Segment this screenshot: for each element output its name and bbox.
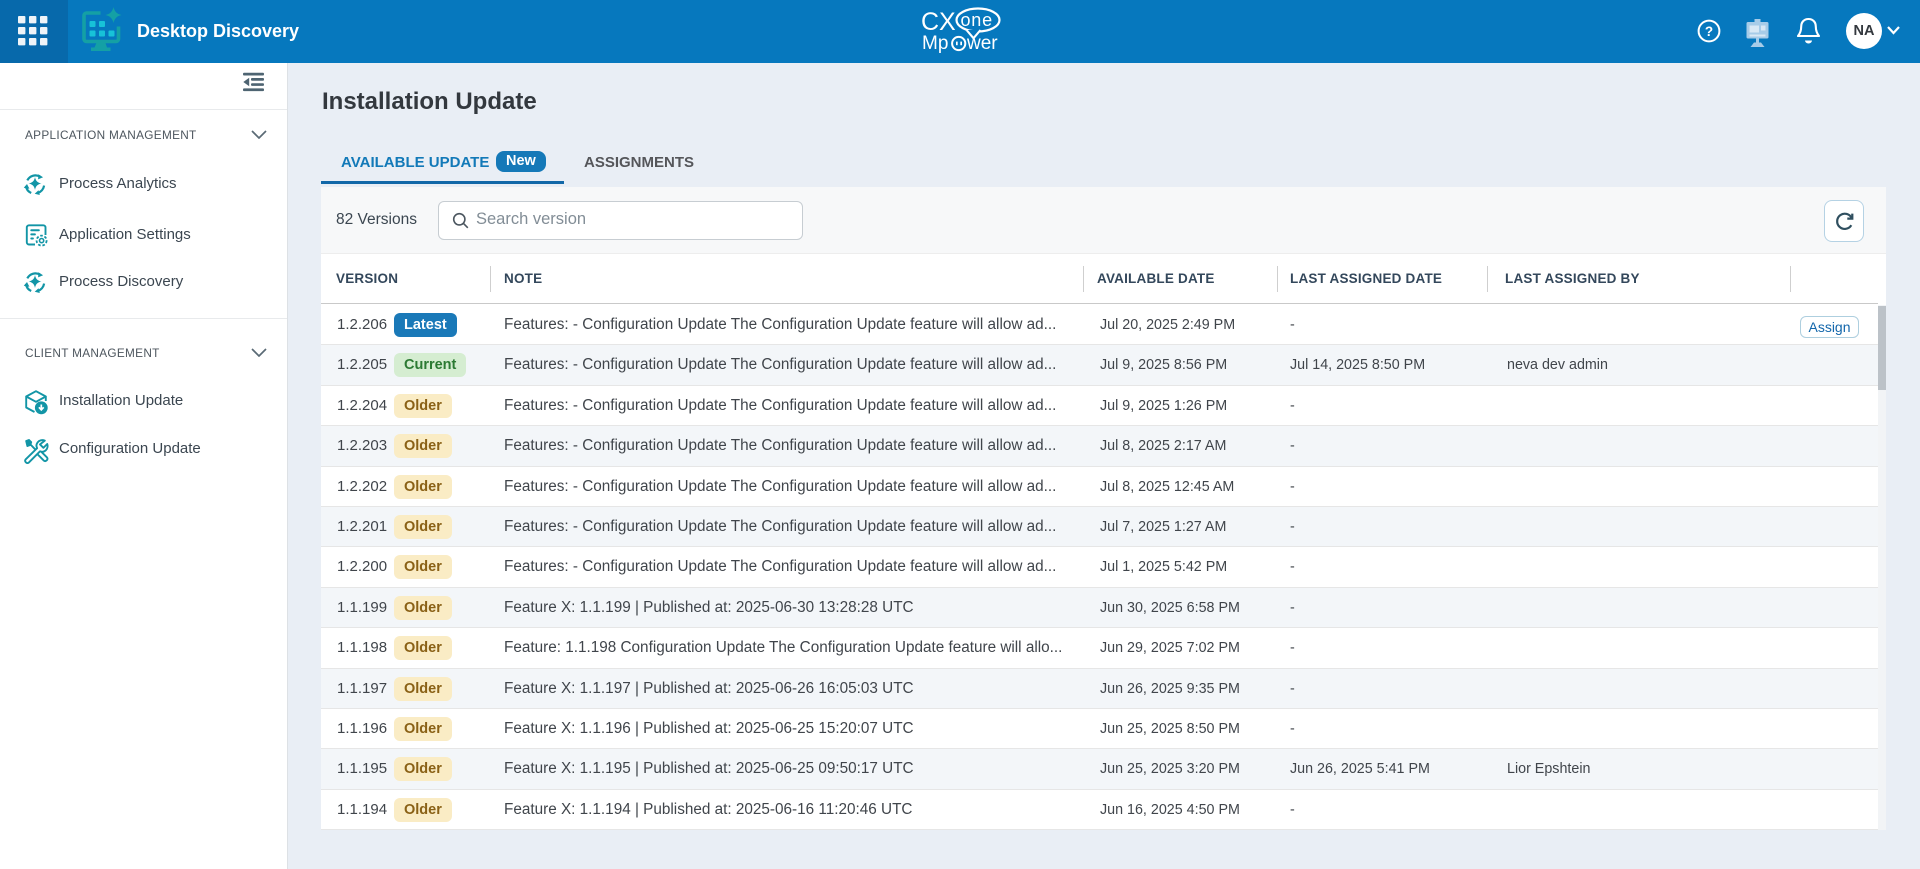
svg-text:wer: wer	[966, 33, 998, 54]
svg-text:Mp: Mp	[922, 33, 948, 54]
svg-text:CX: CX	[921, 8, 956, 36]
svg-text:?: ?	[1705, 24, 1713, 39]
svg-text:one: one	[961, 10, 993, 30]
